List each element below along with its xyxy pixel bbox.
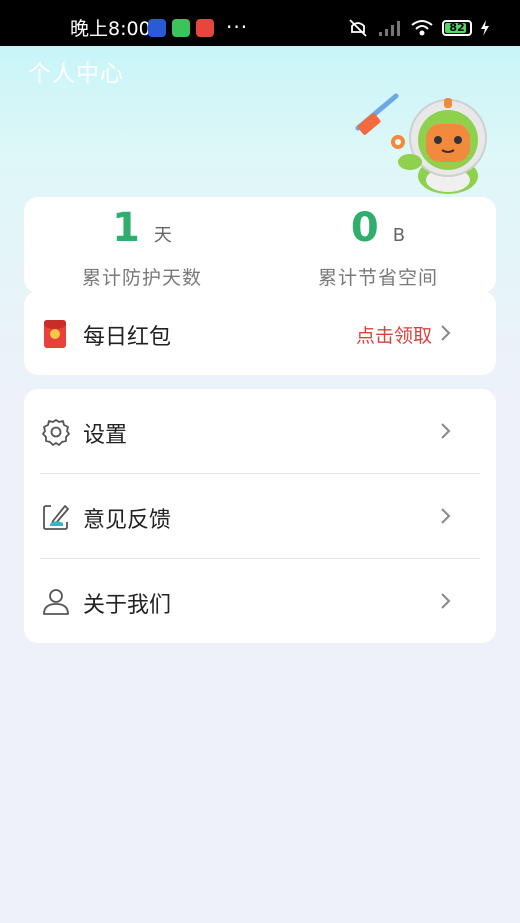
stats-card: 1天 累计防护天数 0B 累计节省空间: [24, 197, 496, 293]
chevron-right-icon: [441, 325, 451, 341]
red-packet-title: 每日红包: [83, 325, 172, 350]
stat-protection-days: 1天 累计防护天数: [24, 197, 260, 293]
protection-days-unit: 天: [153, 225, 172, 246]
gear-icon: [42, 419, 70, 446]
protection-days-value: 1: [112, 205, 140, 251]
person-icon: [43, 589, 69, 615]
saved-space-unit: B: [392, 225, 406, 246]
menu-label-feedback: 意见反馈: [83, 508, 172, 533]
menu-label-about: 关于我们: [83, 593, 172, 618]
feedback-icon: [43, 505, 69, 530]
menu-label-settings: 设置: [83, 423, 128, 448]
battery-percent: 82: [449, 21, 465, 34]
saved-space-label: 累计节省空间: [317, 267, 438, 289]
daily-red-packet-row[interactable]: 每日红包 点击领取: [24, 291, 496, 375]
wifi-icon: [411, 20, 433, 36]
protection-days-label: 累计防护天数: [81, 267, 202, 289]
notification-app-icon: [196, 19, 214, 37]
chevron-right-icon: [441, 508, 451, 524]
claim-button[interactable]: 点击领取: [356, 321, 432, 348]
stat-saved-space: 0B 累计节省空间: [260, 197, 496, 293]
status-app-icons: [148, 19, 214, 37]
menu-item-about[interactable]: 关于我们: [24, 559, 496, 643]
menu-item-feedback[interactable]: 意见反馈: [24, 474, 496, 558]
mute-icon: [349, 19, 367, 37]
saved-space-value: 0: [350, 205, 379, 251]
page-title: 个人中心: [28, 61, 124, 87]
notification-app-icon: [172, 19, 190, 37]
menu-item-settings[interactable]: 设置: [24, 389, 496, 473]
chevron-right-icon: [441, 423, 451, 439]
battery-icon: 82: [442, 20, 472, 36]
settings-menu-card: 设置 意见反馈 关于我们: [24, 389, 496, 643]
mascot-illustration: [355, 93, 487, 194]
chevron-right-icon: [441, 593, 451, 609]
status-time: 晚上8:00: [70, 18, 151, 40]
signal-icon: [379, 21, 400, 36]
notification-app-icon: [148, 19, 166, 37]
charging-icon: [481, 20, 489, 36]
status-more-icon: ···: [226, 15, 249, 39]
red-packet-icon: [44, 320, 66, 348]
status-bar: 晚上8:00 ··· 82: [0, 0, 520, 46]
status-right: 82: [346, 18, 490, 38]
